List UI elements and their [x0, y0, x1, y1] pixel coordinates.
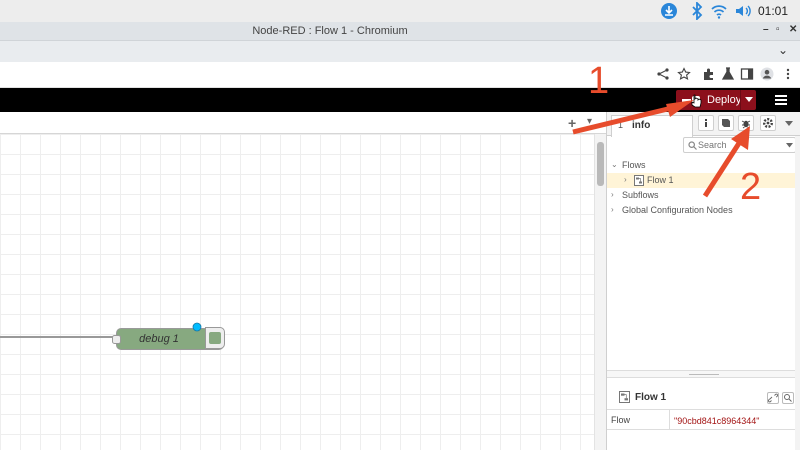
annotation-number-one: 1 [588, 60, 610, 102]
annotation-arrows [572, 100, 750, 198]
arrow-one [572, 104, 677, 135]
arrow-two-head [731, 126, 750, 150]
arrow-two [702, 135, 746, 198]
arrow-one-head [666, 100, 694, 117]
annotation-number-two: 2 [740, 166, 762, 208]
